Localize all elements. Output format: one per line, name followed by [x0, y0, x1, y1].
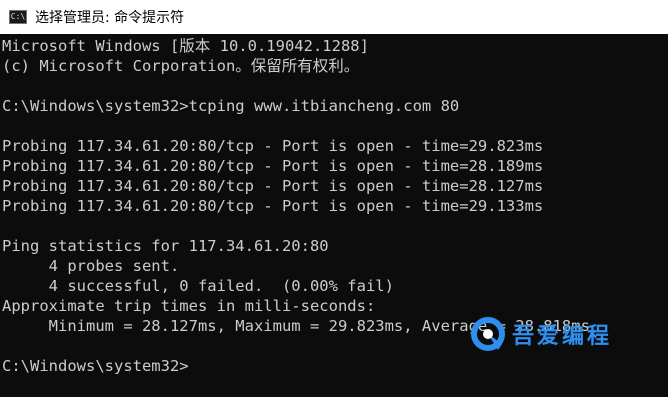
console-line: Approximate trip times in milli-seconds:	[2, 297, 376, 315]
console-line: Probing 117.34.61.20:80/tcp - Port is op…	[2, 137, 544, 155]
console-line: 4 probes sent.	[2, 257, 180, 275]
console-line: C:\Windows\system32>tcping www.itbianche…	[2, 97, 460, 115]
console-line: 4 successful, 0 failed. (0.00% fail)	[2, 277, 394, 295]
title-bar[interactable]: C:\ 选择管理员: 命令提示符	[0, 0, 668, 34]
console-line: (c) Microsoft Corporation。保留所有权利。	[2, 57, 360, 75]
cmd-icon: C:\	[9, 10, 27, 24]
window-title: 选择管理员: 命令提示符	[35, 10, 185, 26]
console-line: Probing 117.34.61.20:80/tcp - Port is op…	[2, 197, 544, 215]
console-line: Ping statistics for 117.34.61.20:80	[2, 237, 329, 255]
console-line: Microsoft Windows [版本 10.0.19042.1288]	[2, 37, 369, 55]
console-prompt: C:\Windows\system32>	[2, 357, 189, 375]
watermark-text: 吾爱编程	[512, 324, 613, 349]
console-line: Probing 117.34.61.20:80/tcp - Port is op…	[2, 157, 544, 175]
watermark-logo-icon	[471, 317, 505, 351]
watermark: 吾爱编程	[468, 314, 612, 354]
console-line: Probing 117.34.61.20:80/tcp - Port is op…	[2, 177, 544, 195]
